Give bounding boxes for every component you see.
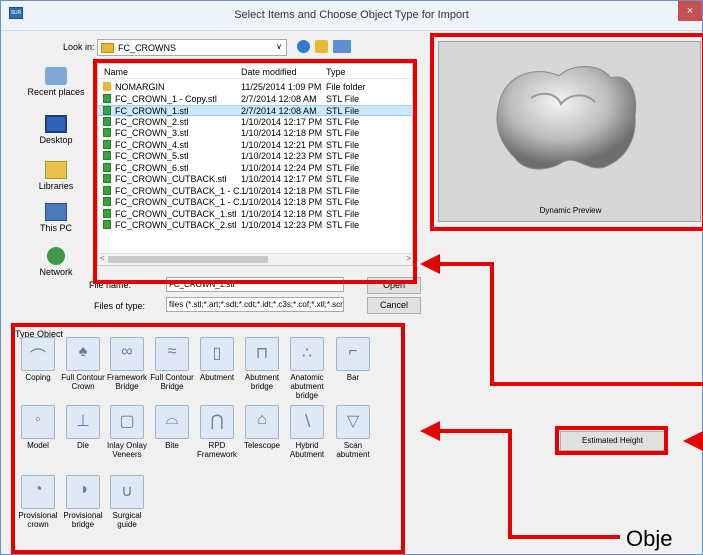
cancel-button[interactable]: Cancel — [367, 297, 421, 314]
annotation-caption: Obje — [626, 526, 673, 551]
place-network[interactable]: Network — [19, 247, 93, 291]
file-type-label: Files of type: — [94, 301, 146, 311]
network-icon — [47, 247, 65, 265]
view-menu-icon[interactable] — [333, 40, 351, 53]
annotation-line — [490, 382, 703, 386]
arrow-icon — [683, 431, 703, 451]
annotation-line — [440, 429, 512, 433]
libraries-icon — [45, 161, 67, 179]
computer-icon — [45, 203, 67, 221]
file-type-dropdown[interactable]: files (*.stl;*.art;*.sdt;*.cdt;*.idt;*.c… — [166, 297, 344, 312]
look-in-value: FC_CROWNS — [118, 43, 176, 53]
folder-icon — [101, 43, 114, 53]
highlight-type-object — [11, 323, 405, 554]
annotation-line — [508, 429, 512, 539]
place-desktop[interactable]: Desktop — [19, 115, 93, 159]
annotation-line — [440, 262, 494, 266]
window-title: Select Items and Choose Object Type for … — [234, 9, 469, 21]
highlight-estimated-height — [555, 426, 668, 455]
recent-places-icon — [45, 67, 67, 85]
up-folder-icon[interactable] — [315, 40, 328, 53]
place-libraries[interactable]: Libraries — [19, 161, 93, 205]
look-in-dropdown[interactable]: FC_CROWNS ∨ — [97, 39, 287, 56]
highlight-file-list — [93, 59, 417, 284]
close-button[interactable]: × — [678, 1, 702, 21]
look-in-label: Look in: — [63, 42, 95, 52]
desktop-icon — [45, 115, 67, 133]
chevron-down-icon: ∨ — [276, 42, 282, 51]
place-this-pc[interactable]: This PC — [19, 203, 93, 247]
annotation-line — [508, 535, 620, 539]
annotation-line — [490, 262, 494, 386]
title-bar: SUR Select Items and Choose Object Type … — [1, 1, 702, 31]
place-recent[interactable]: Recent places — [19, 67, 93, 111]
arrow-icon — [420, 254, 440, 274]
arrow-icon — [420, 421, 440, 441]
back-icon[interactable] — [297, 40, 310, 53]
highlight-preview — [430, 33, 703, 231]
